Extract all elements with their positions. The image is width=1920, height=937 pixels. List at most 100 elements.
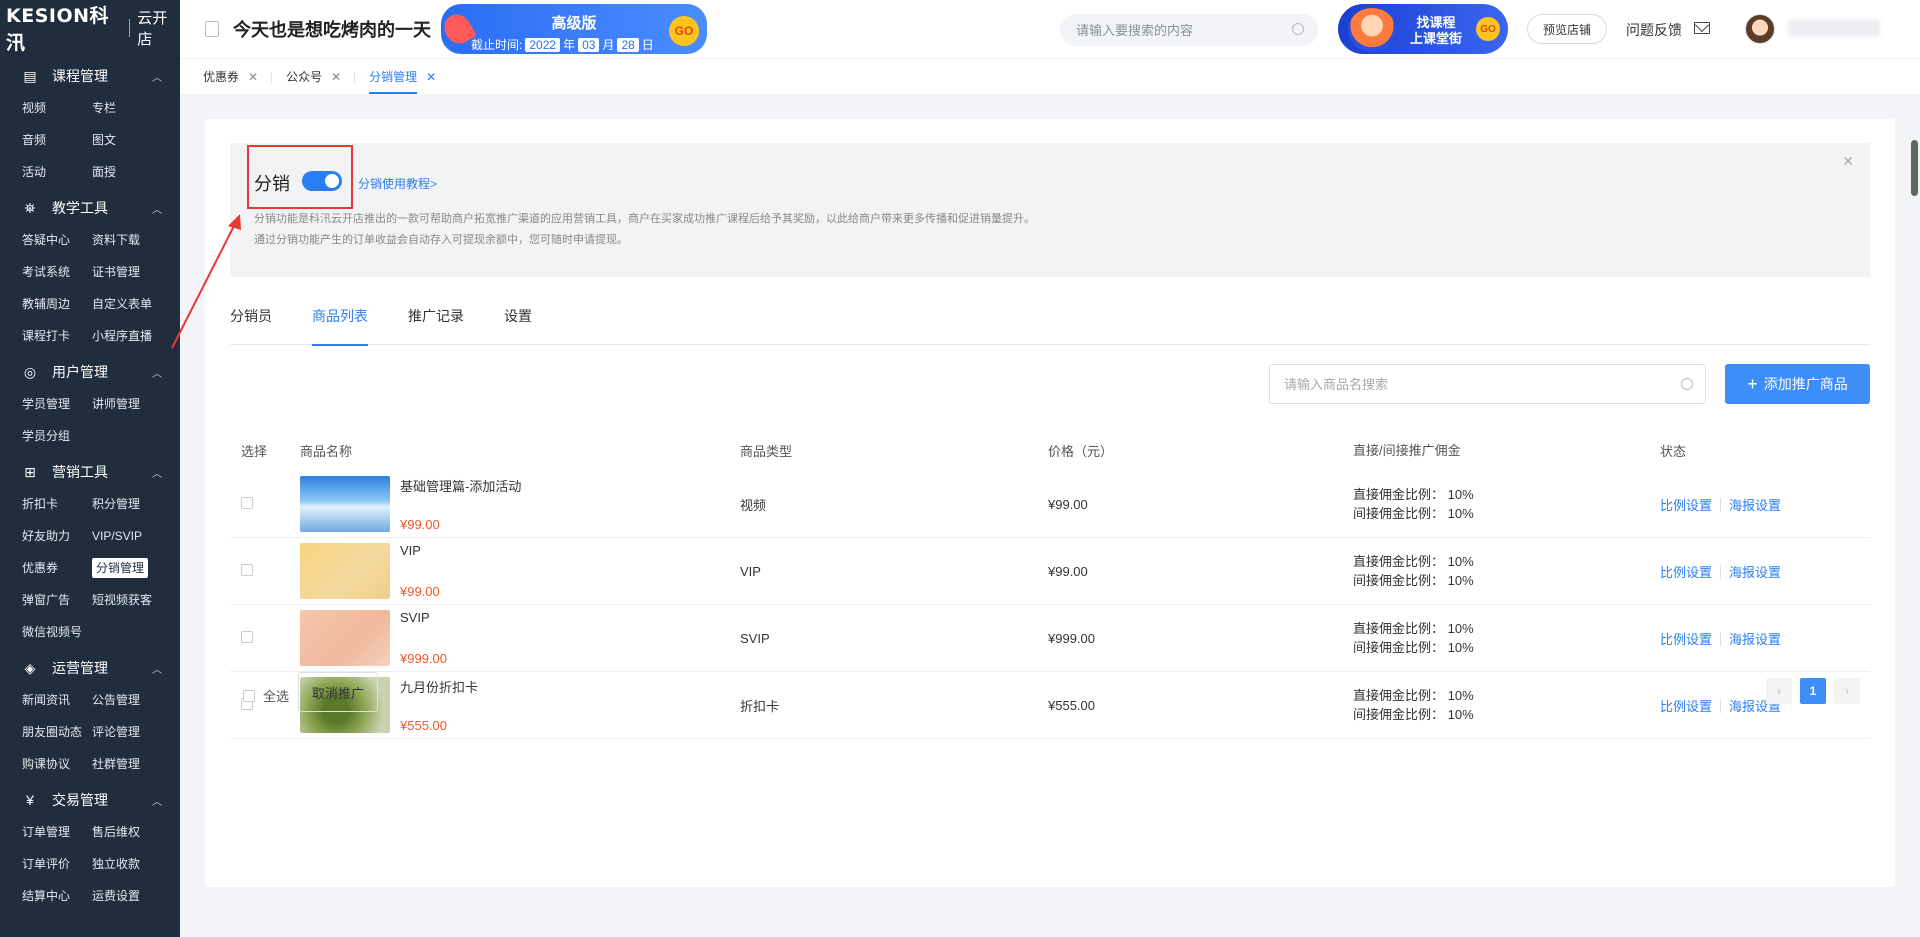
sidebar-group-header[interactable]: ▤ 课程管理 ︿ [0,60,180,92]
mail-icon[interactable] [1694,22,1710,34]
sidebar-item[interactable]: 面授 [92,156,162,188]
goods-thumbnail[interactable] [300,610,390,666]
sidebar-item[interactable]: VIP/SVIP [92,520,162,552]
sidebar-item[interactable]: 学员管理 [22,388,92,420]
sidebar-item[interactable]: 独立收款 [92,848,162,880]
prev-page-button[interactable]: ‹ [1766,678,1792,704]
goods-name: 基础管理篇-添加活动 [400,479,522,494]
sidebar-item[interactable]: 音频 [22,124,92,156]
sidebar-item[interactable]: 视频 [22,92,92,124]
sidebar-item[interactable]: 运费设置 [92,880,162,912]
page-scrollbar[interactable] [1911,140,1918,196]
username-blurred[interactable] [1788,19,1880,37]
search-icon[interactable] [1681,378,1693,390]
sidebar-item[interactable]: 证书管理 [92,256,162,288]
indirect-commission: 间接佣金比例： 10% [1353,573,1474,588]
logo-brand: KESION科汛 [6,5,110,54]
row-checkbox[interactable] [241,630,253,643]
tutorial-link[interactable]: 分销使用教程> [358,175,437,192]
avatar[interactable] [1745,14,1775,44]
ratio-settings-link[interactable]: 比例设置 [1660,565,1712,580]
goods-thumbnail[interactable] [300,476,390,532]
sidebar-item-label: 学员管理 [22,397,71,411]
select-all-checkbox[interactable] [243,689,255,702]
sidebar-item[interactable]: 分销管理 [92,552,162,584]
sidebar-item[interactable]: 课程打卡 [22,320,92,352]
sidebar-item[interactable]: 答疑中心 [22,224,92,256]
search-icon[interactable] [1292,23,1304,35]
close-icon[interactable]: ✕ [331,70,341,84]
goods-search[interactable] [1269,364,1706,404]
sidebar-item[interactable]: 公告管理 [92,684,162,716]
feedback-link[interactable]: 问题反馈 [1626,20,1682,40]
logo[interactable]: KESION科汛 云开店 [0,0,180,56]
sidebar-item[interactable]: 售后维权 [92,816,162,848]
sidebar-item[interactable]: 优惠券 [22,552,92,584]
sidebar-item[interactable]: 教辅周边 [22,288,92,320]
ratio-settings-link[interactable]: 比例设置 [1660,632,1712,647]
sidebar-item[interactable]: 微信视频号 [22,616,92,648]
sidebar-item[interactable]: 折扣卡 [22,488,92,520]
add-promo-goods-button[interactable]: + 添加推广商品 [1725,364,1870,404]
sidebar-group-header[interactable]: ⊞ 营销工具 ︿ [0,456,180,488]
sidebar-item[interactable]: 考试系统 [22,256,92,288]
row-checkbox[interactable] [241,563,253,576]
sidebar-item[interactable]: 讲师管理 [92,388,162,420]
promo-banner[interactable]: 找课程 上课堂街 GO [1338,4,1508,54]
row-checkbox[interactable] [241,496,253,509]
goods-search-input[interactable] [1284,376,1664,392]
edition-go-button[interactable]: GO [669,16,699,46]
sub-tab[interactable]: 推广记录 [408,301,464,345]
global-search-input[interactable] [1076,22,1276,38]
sidebar-group-header[interactable]: ◈ 运营管理 ︿ [0,652,180,684]
sidebar-item[interactable]: 短视频获客 [92,584,162,616]
page-tab-label: 优惠券 [203,70,240,84]
sidebar-item[interactable]: 专栏 [92,92,162,124]
sidebar-item[interactable]: 学员分组 [22,420,92,452]
page-tab[interactable]: 分销管理 ✕ [369,59,450,95]
sub-tab[interactable]: 商品列表 [312,301,368,346]
goods-thumbnail[interactable] [300,543,390,599]
select-all[interactable]: 全选 [243,686,289,705]
promo-go-button[interactable]: GO [1476,17,1500,41]
sidebar-item[interactable]: 自定义表单 [92,288,162,320]
chevron-up-icon: ︿ [152,468,162,480]
sidebar-item[interactable]: 弹窗广告 [22,584,92,616]
sidebar-item[interactable]: 小程序直播 [92,320,162,352]
sidebar-item[interactable]: 订单评价 [22,848,92,880]
sub-tab[interactable]: 设置 [504,301,532,345]
sidebar-item[interactable]: 结算中心 [22,880,92,912]
sidebar-item[interactable]: 图文 [92,124,162,156]
sidebar-items: 订单管理 售后维权 订单评价 独立收款 结算中心 运费设置 [0,816,180,912]
poster-settings-link[interactable]: 海报设置 [1729,498,1781,513]
distribution-intro: 分销 分销使用教程> 分销功能是科汛云开店推出的一款可帮助商户拓宽推广渠道的应用… [230,143,1870,277]
goods-info: SVIP ¥999.00 [400,610,447,666]
page-number[interactable]: 1 [1800,678,1826,704]
sidebar-item[interactable]: 购课协议 [22,748,92,780]
sidebar-item[interactable]: 评论管理 [92,716,162,748]
sidebar-item[interactable]: 资料下载 [92,224,162,256]
sidebar-item[interactable]: 积分管理 [92,488,162,520]
sidebar-group-header[interactable]: ◎ 用户管理 ︿ [0,356,180,388]
poster-settings-link[interactable]: 海报设置 [1729,565,1781,580]
sidebar-item[interactable]: 好友助力 [22,520,92,552]
sidebar-item[interactable]: 订单管理 [22,816,92,848]
sidebar-group-header[interactable]: ⛯ 教学工具 ︿ [0,192,180,224]
preview-store-button[interactable]: 预览店铺 [1527,14,1607,44]
cancel-promotion-button[interactable]: 取消推广 [298,672,378,712]
page-tab[interactable]: 公众号 ✕ [286,59,356,95]
close-icon[interactable]: ✕ [1842,153,1854,170]
close-icon[interactable]: ✕ [426,70,436,84]
sidebar-item[interactable]: 新闻资讯 [22,684,92,716]
sidebar-item[interactable]: 活动 [22,156,92,188]
next-page-button[interactable]: › [1834,678,1860,704]
poster-settings-link[interactable]: 海报设置 [1729,632,1781,647]
edition-badge[interactable]: 高级版 截止时间: 2022 年 03 月 28 日 GO [439,4,707,54]
sidebar-item[interactable]: 社群管理 [92,748,162,780]
global-search[interactable] [1060,14,1318,46]
sidebar-item[interactable]: 朋友圈动态 [22,716,92,748]
close-icon[interactable]: ✕ [248,70,258,84]
sidebar-group-header[interactable]: ¥ 交易管理 ︿ [0,784,180,816]
page-tab[interactable]: 优惠券 ✕ [203,59,273,95]
ratio-settings-link[interactable]: 比例设置 [1660,498,1712,513]
